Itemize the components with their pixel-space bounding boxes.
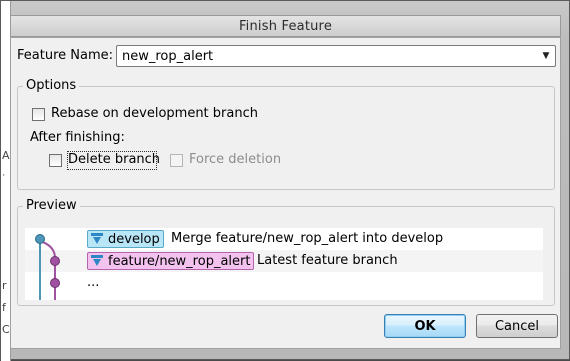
- preview-group-title: Preview: [23, 198, 80, 213]
- commit-message: ...: [87, 275, 100, 290]
- branch-arrow-icon: [91, 255, 103, 266]
- develop-commit-node: [35, 234, 45, 244]
- bg-fragment: C: [2, 323, 10, 336]
- dropdown-arrow-icon[interactable]: ▼: [537, 46, 555, 66]
- bg-fragment: A: [2, 149, 10, 162]
- bg-fragment: r: [2, 279, 7, 292]
- feature-commit-node: [50, 278, 60, 288]
- title-bar[interactable]: Finish Feature: [10, 15, 561, 37]
- force-deletion-checkbox[interactable]: [170, 154, 183, 167]
- ok-button[interactable]: OK: [384, 314, 466, 338]
- after-finishing-label: After finishing:: [30, 130, 125, 145]
- bg-fragment: f: [2, 301, 6, 314]
- dialog-client-area: Feature Name: new_rop_alert ▼ Options Re…: [10, 37, 561, 349]
- feature-branch-tag: feature/new_rop_alert: [87, 252, 255, 270]
- feature-name-label: Feature Name:: [17, 48, 113, 63]
- branch-arrow-icon: [91, 233, 103, 244]
- bg-fragment: ᐧ: [2, 169, 5, 182]
- preview-row: develop Merge feature/new_rop_alert into…: [25, 228, 543, 250]
- preview-commit-list: develop Merge feature/new_rop_alert into…: [25, 228, 543, 300]
- branch-name: feature/new_rop_alert: [108, 253, 251, 269]
- branch-name: develop: [108, 231, 160, 247]
- rebase-checkbox[interactable]: [32, 108, 45, 121]
- commit-message: Latest feature branch: [257, 253, 398, 268]
- force-deletion-label: Force deletion: [189, 152, 282, 167]
- feature-commit-node: [50, 256, 60, 266]
- develop-branch-tag: develop: [87, 230, 164, 248]
- preview-row: feature/new_rop_alert Latest feature bra…: [25, 250, 543, 272]
- dialog-window: A ᐧ r f C Finish Feature Feature Name: n…: [0, 0, 570, 361]
- delete-branch-checkbox[interactable]: [49, 154, 62, 167]
- cancel-button[interactable]: Cancel: [476, 314, 558, 338]
- preview-row: ...: [25, 272, 543, 294]
- commit-message: Merge feature/new_rop_alert into develop: [171, 231, 444, 246]
- options-group-title: Options: [23, 78, 80, 93]
- delete-branch-label[interactable]: Delete branch: [68, 152, 160, 167]
- feature-name-dropdown[interactable]: new_rop_alert ▼: [116, 45, 556, 67]
- feature-line: [39, 240, 56, 300]
- window-title: Finish Feature: [238, 18, 333, 34]
- rebase-label[interactable]: Rebase on development branch: [51, 106, 258, 121]
- feature-name-value: new_rop_alert: [122, 48, 214, 64]
- commit-graph: [35, 234, 60, 300]
